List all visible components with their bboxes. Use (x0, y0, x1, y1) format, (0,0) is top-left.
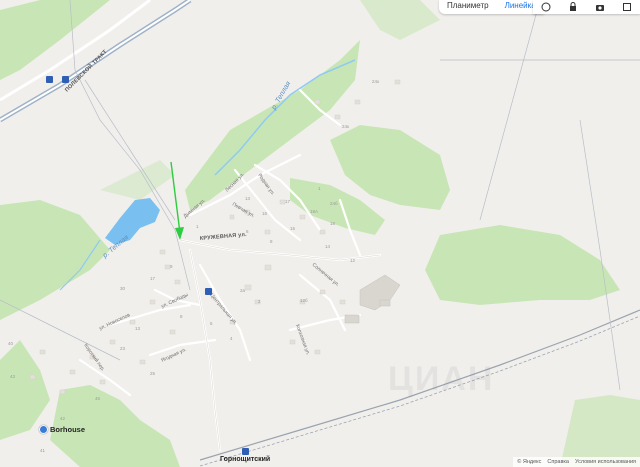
station-gornoshchitsky[interactable]: Горнощитский (220, 448, 270, 463)
house-number: 17 (285, 199, 291, 204)
house-number: 16 (262, 211, 268, 216)
house-number: 41 (40, 448, 46, 453)
house-number: 24к (342, 124, 349, 129)
help-link[interactable]: Справка (547, 459, 569, 465)
house-number: 18А (310, 209, 318, 214)
map-canvas[interactable]: ПОЛЕВСКОЙ ТРАКТ КРУЖЕВНАЯ ул. Дымная ул.… (0, 0, 640, 467)
map-footer: © Яндекс Справка Условия использования (513, 457, 640, 467)
yandex-copyright[interactable]: © Яндекс (517, 459, 541, 465)
house-number: 12 (350, 258, 356, 263)
watermark: ЦИАН (388, 360, 495, 398)
camera-icon[interactable] (593, 1, 607, 13)
house-number: 42 (60, 416, 66, 421)
house-number: 2а (240, 288, 246, 293)
house-number: 40 (8, 341, 14, 346)
planimeter-button[interactable]: Планиметр (439, 0, 497, 14)
bus-stop-icon[interactable] (46, 76, 53, 83)
poi-marker-icon (39, 425, 48, 434)
house-number: 24б (330, 201, 338, 206)
lock-icon[interactable] (566, 1, 580, 13)
poi-label: Borhouse (50, 425, 86, 434)
square-icon[interactable] (620, 1, 634, 13)
measure-toolbar: Планиметр Линейка (439, 0, 544, 14)
train-station-icon (241, 448, 249, 455)
house-number: 25 (150, 371, 156, 376)
house-number: 23 (120, 346, 126, 351)
house-number: 12б (300, 298, 308, 303)
circle-icon[interactable] (539, 1, 553, 13)
house-number: 46 (95, 396, 101, 401)
house-number: 17 (150, 276, 156, 281)
house-number: 13 (245, 196, 251, 201)
house-number: 30 (120, 286, 126, 291)
house-number: 43 (10, 374, 16, 379)
map-view[interactable]: ПОЛЕВСКОЙ ТРАКТ КРУЖЕВНАЯ ул. Дымная ул.… (0, 0, 640, 467)
bus-stop-icon[interactable] (62, 76, 69, 83)
house-number: 18 (330, 221, 336, 226)
house-number: 14 (325, 244, 331, 249)
house-number: 15 (290, 226, 296, 231)
terms-link[interactable]: Условия использования (575, 459, 636, 465)
map-controls (533, 0, 640, 14)
station-label: Горнощитский (220, 456, 271, 463)
poi-borhouse[interactable]: Borhouse (39, 425, 85, 434)
house-number: 24к (372, 79, 379, 84)
house-number: 13 (135, 326, 141, 331)
bus-stop-icon[interactable] (205, 288, 212, 295)
